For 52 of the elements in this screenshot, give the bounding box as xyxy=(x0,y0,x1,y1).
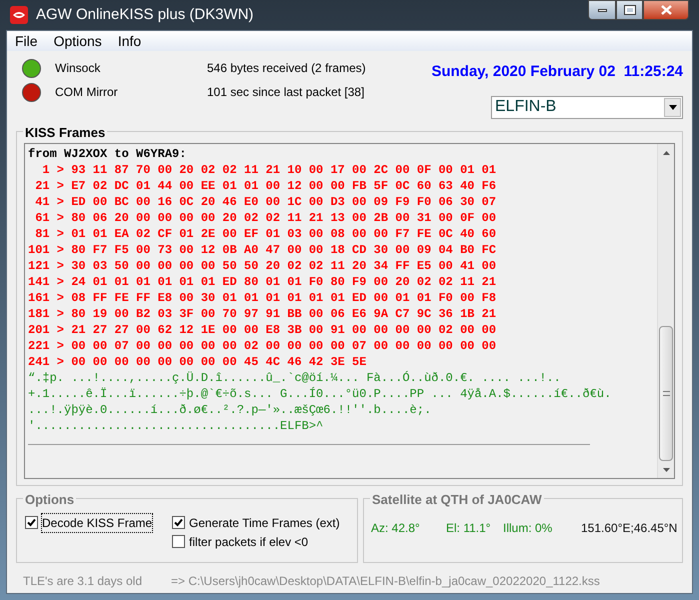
ascii-row: +.1.....ê.Ï...ï......÷þ.@`€÷õ.s... G...Í0...°ü0.P....PP ... 4ÿå.A.$......í€..ð€ù. xyxy=(28,386,612,402)
hex-row: 161 > 08 FF FE FF E8 00 30 01 01 01 01 01 01 ED 00 01 01 F0 00 F8 xyxy=(28,290,496,306)
window-title: AGW OnlineKISS plus (DK3WN) xyxy=(36,4,254,25)
frame-header: from WJ2XOX to W6YRA9: xyxy=(28,146,186,162)
hex-row: 141 > 24 01 01 01 01 01 01 ED 80 01 01 F0 80 F9 00 20 02 02 11 21 xyxy=(28,274,496,290)
hex-row: 101 > 80 F7 F5 00 73 00 12 0B A0 47 00 00 18 CD 30 00 09 04 B0 FC xyxy=(28,242,496,258)
status-info: 546 bytes received (2 frames) xyxy=(207,60,366,77)
hex-row-text: 61 > 80 06 20 00 00 00 00 20 02 02 11 21 13 00 2B 00 31 00 0F 00 xyxy=(34,210,496,226)
scroll-up-icon xyxy=(662,150,670,154)
status-label: COM Mirror xyxy=(55,84,119,101)
menu-item[interactable]: Options xyxy=(54,30,102,52)
status-info: 101 sec since last packet [38] xyxy=(207,84,364,101)
satellite-dropdown[interactable]: ELFIN-B xyxy=(491,96,683,118)
checkbox[interactable] xyxy=(172,535,186,548)
checkbox[interactable] xyxy=(172,516,186,529)
app-icon xyxy=(10,6,28,24)
hex-row: 201 > 21 27 27 00 62 12 1E 00 00 E8 3B 00 91 00 00 00 00 02 00 00 xyxy=(28,322,496,338)
menu-item[interactable]: Info xyxy=(118,30,142,52)
close-icon xyxy=(660,5,672,15)
scroll-down-icon xyxy=(662,468,670,472)
status-label: Winsock xyxy=(55,60,102,77)
ascii-row: ...!.ÿþÿè.0......í...ð.ø€..².?.p—'»..æšÇœ6.!!''.b....è;. xyxy=(28,402,432,418)
elevation-value: El: 11.1° xyxy=(446,520,492,537)
dropdown-value: ELFIN-B xyxy=(495,97,558,117)
ascii-row: “.‡p. ...!....,.....ç.Ü.D.î......û_.`c@öí.¼... Fà...Ó..ùð.0.€. .... ...!.. xyxy=(28,370,561,386)
close-button[interactable] xyxy=(643,0,689,20)
dropdown-arrow-icon xyxy=(668,104,676,110)
ascii-row: '..................................ELFB>^ xyxy=(28,418,324,434)
minimize-button[interactable] xyxy=(588,0,616,20)
date-time: Sunday, 2020 February 02 11:25:24 xyxy=(431,62,683,82)
maximize-button[interactable] xyxy=(616,0,643,20)
menu-item[interactable]: File xyxy=(15,30,38,52)
hex-row: 221 > 00 00 07 00 00 00 00 00 02 00 00 00 00 07 00 00 00 00 00 00 xyxy=(28,338,496,354)
hex-row: 181 > 80 19 00 B2 03 3F 00 70 97 91 BB 00 06 E6 9A C7 9C 36 1B 21 xyxy=(28,306,496,322)
file-path-text: => C:\Users\jh0caw\Desktop\DATA\ELFIN-B\elfin-b_ja0caw_02022020_1122.kss xyxy=(171,573,600,590)
hex-row-text: 21 > E7 02 DC 01 44 00 EE 01 01 00 12 00 00 FB 5F 0C 60 63 40 F6 xyxy=(34,178,496,194)
hex-row: 241 > 00 00 00 00 00 00 00 00 45 4C 46 42 3E 5E xyxy=(28,354,366,370)
azimuth-value: Az: 42.8° xyxy=(371,520,421,537)
hex-row-text: 41 > ED 00 BC 00 16 0C 20 46 E0 00 1C 00 D3 00 09 F9 F0 06 30 07 xyxy=(34,194,496,210)
vertical-scrollbar[interactable] xyxy=(657,144,674,478)
hex-row: 121 > 30 03 50 00 00 00 00 50 50 20 02 02 11 20 34 FF E5 00 41 00 xyxy=(28,258,496,274)
illumination-value: Illum: 0% xyxy=(503,520,554,537)
kiss-frames-text-area[interactable] xyxy=(24,143,675,479)
checkbox[interactable] xyxy=(25,516,38,529)
position-value: 151.60°E;46.45°N xyxy=(581,520,678,537)
scroll-thumb[interactable] xyxy=(659,326,673,461)
checkbox-label[interactable]: filter packets if elev <0 xyxy=(189,532,308,550)
hex-row-text: 81 > 01 01 EA 02 CF 01 2E 00 EF 01 03 00 08 00 00 F7 FE 0C 40 60 xyxy=(34,226,496,242)
checkbox-label[interactable]: Generate Time Frames (ext) xyxy=(189,514,340,532)
hex-row-text: 1 > 93 11 87 70 00 20 02 02 11 21 10 00 17 00 2C 00 0F 00 01 01 xyxy=(41,162,496,178)
tle-age-text: TLE's are 3.1 days old xyxy=(23,573,144,590)
checkbox-label[interactable]: Decode KISS Frame xyxy=(42,514,152,532)
